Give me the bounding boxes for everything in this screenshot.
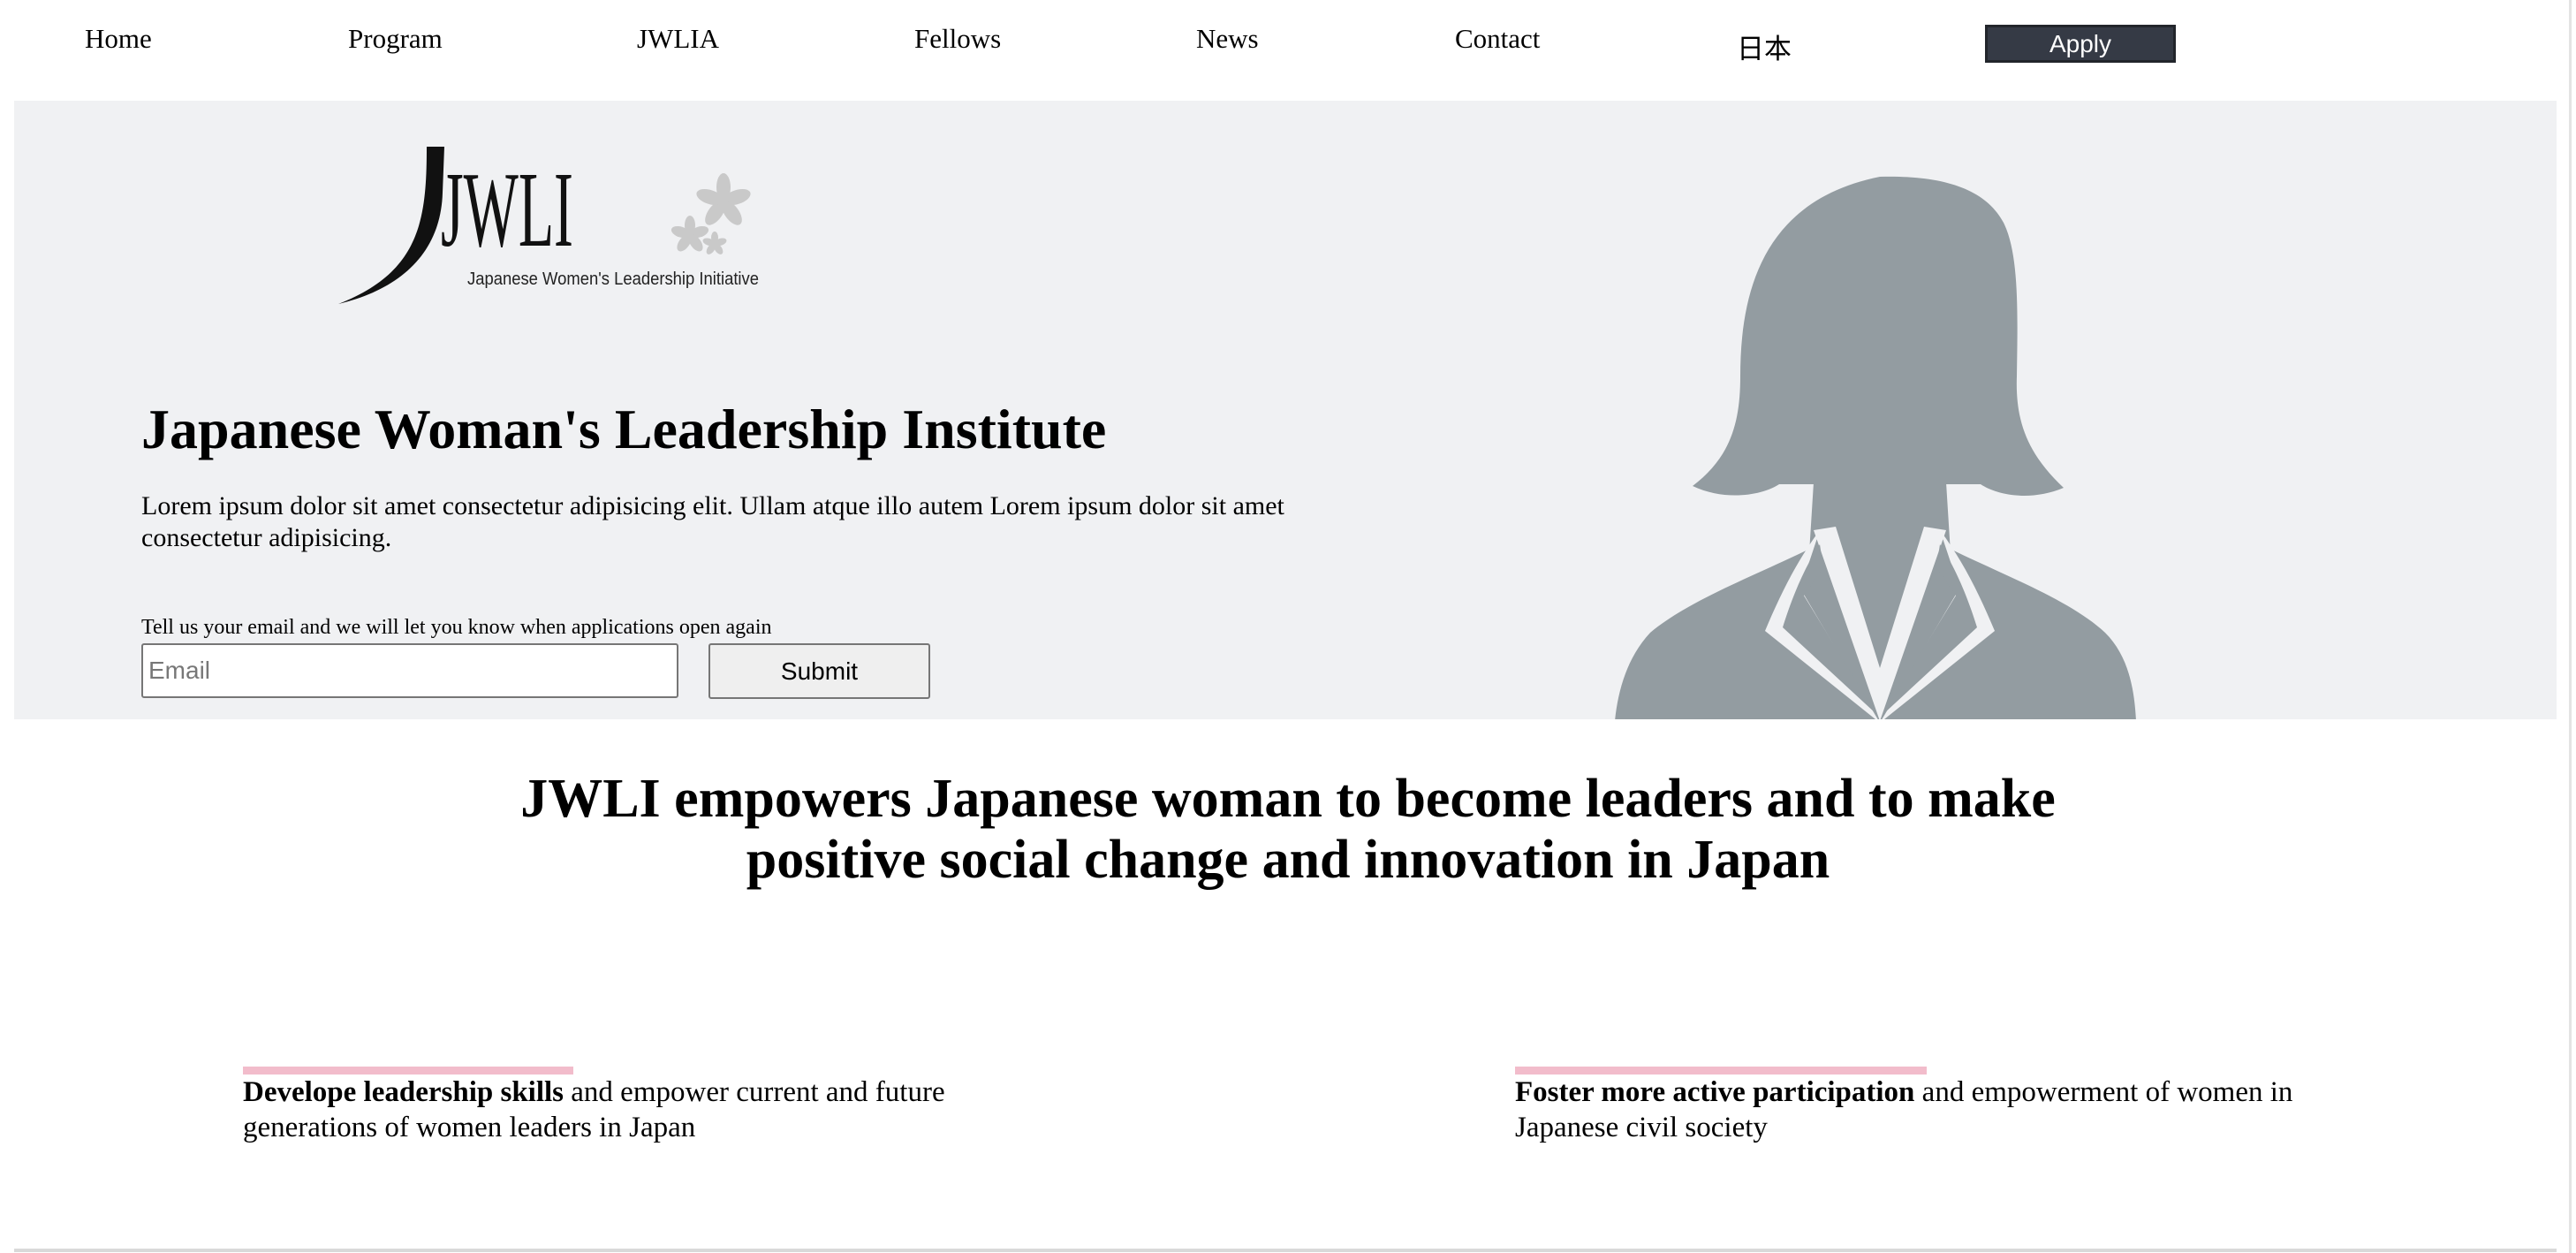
- jwli-logo-graphic: JWLI Japanese Women's Leadership Initiat…: [338, 147, 759, 304]
- nav-jwlia[interactable]: JWLIA: [637, 23, 719, 55]
- mission-statement: JWLI empowers Japanese woman to become l…: [0, 769, 2576, 891]
- email-signup-label: Tell us your email and we will let you k…: [141, 616, 772, 639]
- mission-line-2: positive social change and innovation in…: [746, 830, 1830, 890]
- apply-button[interactable]: Apply: [1985, 25, 2176, 63]
- goal-accent-bar: [243, 1067, 573, 1075]
- logo-subtitle: Japanese Women's Leadership Initiative: [467, 270, 759, 289]
- nav-news[interactable]: News: [1196, 23, 1259, 55]
- page-scrollbar-edge: [2569, 0, 2572, 1253]
- footer-divider: [14, 1249, 2557, 1252]
- goal-highlight: Foster more active participation: [1515, 1076, 1915, 1108]
- goal-text: Foster more active participation and emp…: [1515, 1075, 2345, 1145]
- nav-contact[interactable]: Contact: [1455, 23, 1540, 55]
- submit-button[interactable]: Submit: [708, 643, 930, 699]
- email-input[interactable]: [141, 643, 678, 698]
- nav-japanese-language[interactable]: 日本: [1737, 27, 1792, 66]
- hero-description: Lorem ipsum dolor sit amet consectetur a…: [141, 491, 1284, 552]
- nav-program[interactable]: Program: [348, 23, 443, 55]
- logo-wordmark: JWLI: [441, 150, 573, 270]
- hero-section: JWLI Japanese Women's Leadership Initiat…: [14, 101, 2557, 719]
- nav-home[interactable]: Home: [85, 23, 152, 55]
- goal-highlight: Develope leadership skills: [243, 1076, 564, 1108]
- blossom-icon: [671, 173, 751, 254]
- jwli-logo[interactable]: JWLI Japanese Women's Leadership Initiat…: [337, 140, 778, 316]
- top-nav: Home Program JWLIA Fellows News Contact …: [0, 0, 2562, 88]
- goal-text: Develope leadership skills and empower c…: [243, 1075, 1038, 1145]
- woman-silhouette-icon: [1615, 173, 2145, 719]
- mission-line-1: JWLI empowers Japanese woman to become l…: [520, 769, 2056, 829]
- goal-accent-bar: [1515, 1067, 1927, 1075]
- hero-title: Japanese Woman's Leadership Institute: [141, 398, 1107, 460]
- nav-fellows[interactable]: Fellows: [914, 23, 1001, 55]
